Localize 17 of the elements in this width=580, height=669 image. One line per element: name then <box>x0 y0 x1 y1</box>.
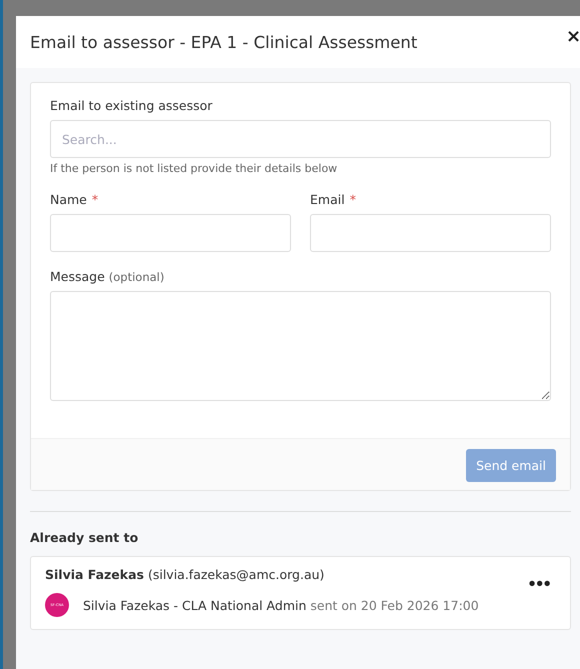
field-label: Email <box>310 192 345 207</box>
more-menu-button[interactable]: ••• <box>527 575 550 593</box>
field-label: Name <box>50 192 87 207</box>
input-field[interactable] <box>50 214 291 252</box>
section-heading: Already sent to <box>30 530 140 545</box>
required-mark: * <box>350 192 356 207</box>
message-field[interactable] <box>50 291 551 401</box>
search-field[interactable]: Search... <box>50 120 551 158</box>
field-label: Message (optional) <box>50 269 166 284</box>
input-field[interactable] <box>310 214 551 252</box>
modal-title: Email to assessor - EPA 1 - Clinical Assessment <box>30 32 418 52</box>
recipient-name: Silvia Fazekas (silvia.fazekas@amc.org.au) <box>45 567 324 582</box>
required-mark: * <box>92 192 98 207</box>
sent-info: Silvia Fazekas - CLA National Admin sent on 20 Feb 2026 17:00 <box>83 598 479 612</box>
field-label: Email to existing assessor <box>50 98 214 113</box>
help-text: If the person is not listed provide their details below <box>50 162 338 175</box>
close-button[interactable]: × <box>564 26 580 47</box>
